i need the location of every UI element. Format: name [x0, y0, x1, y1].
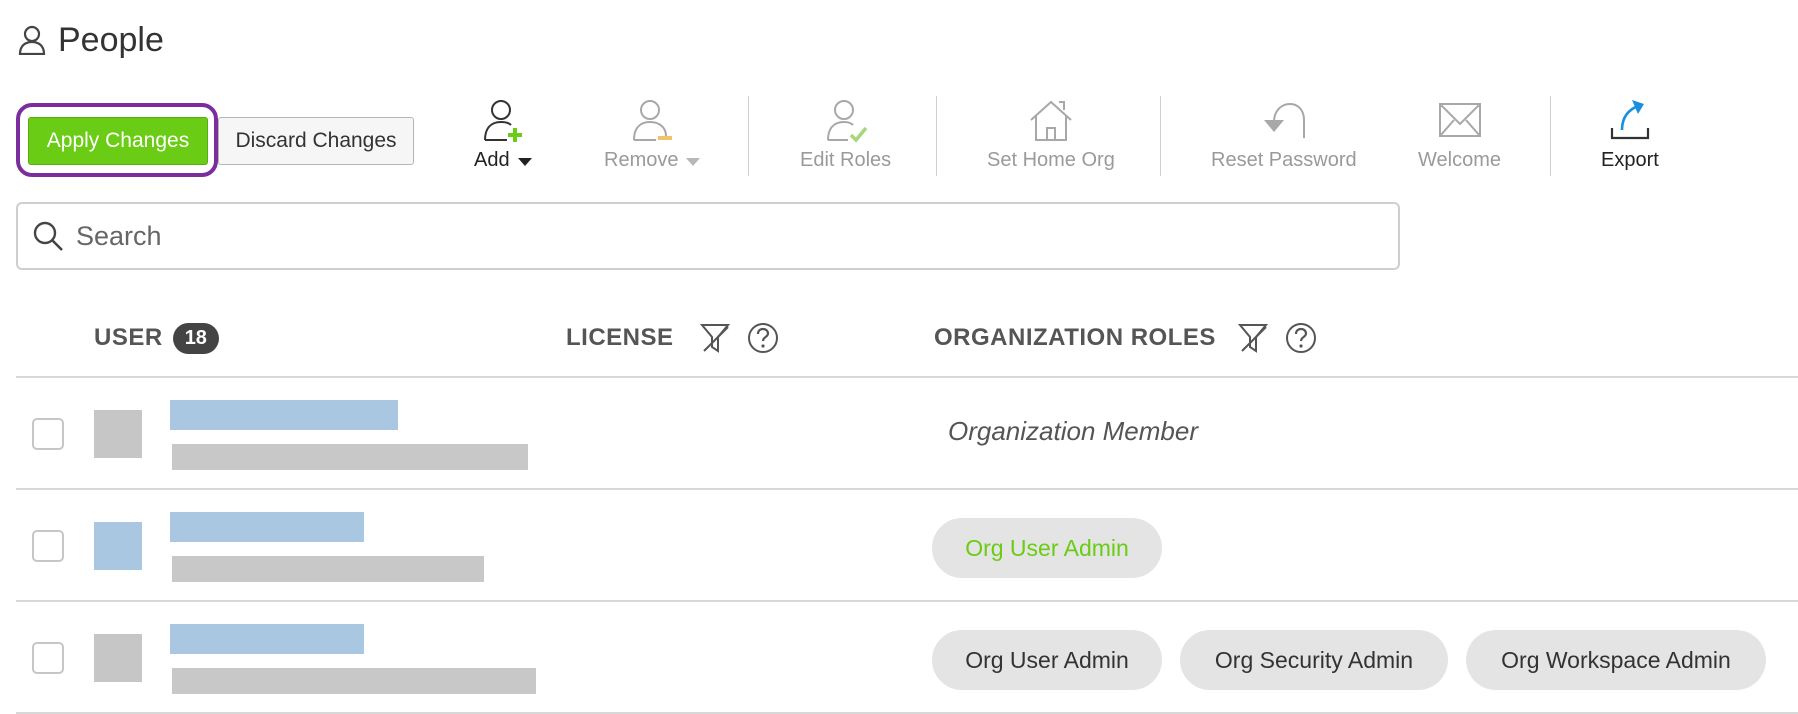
toolbar-divider [748, 96, 749, 176]
role-pill-org-user-admin[interactable]: Org User Admin [932, 630, 1162, 690]
row-checkbox[interactable] [32, 418, 64, 450]
table-row[interactable]: Org User Admin [16, 490, 1798, 600]
search-box [16, 202, 1400, 270]
filter-off-icon[interactable] [1236, 321, 1270, 355]
reset-password-label: Reset Password [1211, 149, 1357, 171]
column-header-org-roles-label: ORGANIZATION ROLES [934, 324, 1216, 351]
row-checkbox[interactable] [32, 642, 64, 674]
toolbar-divider [936, 96, 937, 176]
export-icon [1610, 100, 1650, 140]
edit-roles-label: Edit Roles [800, 149, 892, 171]
discard-changes-button[interactable]: Discard Changes [218, 117, 414, 165]
edit-roles-button[interactable]: Edit Roles [800, 98, 891, 178]
set-home-org-button[interactable]: Set Home Org [987, 98, 1115, 178]
page-title: People [58, 20, 164, 59]
user-name-redacted[interactable] [170, 400, 398, 430]
column-header-user[interactable]: USER 18 [94, 318, 219, 358]
user-email-redacted [172, 556, 484, 582]
welcome-button[interactable]: Welcome [1418, 98, 1501, 178]
role-pill-org-user-admin[interactable]: Org User Admin [932, 518, 1162, 578]
column-header-user-label: USER [94, 324, 163, 351]
edit-roles-icon [826, 100, 867, 143]
home-icon [1030, 100, 1072, 141]
search-input[interactable] [76, 220, 1376, 252]
role-pill-org-security-admin[interactable]: Org Security Admin [1180, 630, 1448, 690]
user-count-badge: 18 [172, 322, 219, 354]
table-row[interactable]: Org User Admin Org Security Admin Org Wo… [16, 602, 1798, 712]
role-text: Organization Member [948, 416, 1198, 446]
help-icon[interactable] [1284, 321, 1318, 355]
reset-arrow-icon [1263, 102, 1305, 138]
user-name-redacted[interactable] [170, 512, 364, 542]
welcome-label: Welcome [1418, 149, 1501, 171]
role-pill-org-workspace-admin[interactable]: Org Workspace Admin [1466, 630, 1766, 690]
avatar [94, 410, 142, 458]
column-header-org-roles: ORGANIZATION ROLES [934, 318, 1318, 358]
filter-off-icon[interactable] [698, 321, 732, 355]
chevron-down-icon [686, 157, 701, 166]
avatar [94, 634, 142, 682]
chevron-down-icon [517, 157, 532, 166]
export-label: Export [1601, 149, 1659, 171]
help-icon[interactable] [746, 321, 780, 355]
search-icon [33, 221, 63, 251]
reset-password-button[interactable]: Reset Password [1211, 98, 1357, 178]
toolbar-divider [1160, 96, 1161, 176]
apply-changes-button[interactable]: Apply Changes [28, 117, 208, 165]
set-home-org-label: Set Home Org [987, 149, 1115, 171]
page-header: People [18, 20, 164, 60]
user-name-redacted[interactable] [170, 624, 364, 654]
remove-user-icon [633, 100, 673, 141]
row-checkbox[interactable] [32, 530, 64, 562]
avatar [94, 522, 142, 570]
person-icon [18, 25, 46, 55]
table-row[interactable]: Organization Member [16, 378, 1798, 488]
export-button[interactable]: Export [1601, 98, 1659, 178]
envelope-icon [1438, 103, 1481, 137]
add-user-button[interactable]: Add [474, 98, 532, 178]
column-header-license: LICENSE [566, 318, 780, 358]
toolbar-divider [1550, 96, 1551, 176]
user-email-redacted [172, 668, 536, 694]
remove-label: Remove [604, 149, 679, 171]
add-user-icon [483, 100, 522, 142]
add-label: Add [474, 149, 510, 171]
column-header-license-label: LICENSE [566, 324, 674, 351]
remove-user-button[interactable]: Remove [604, 98, 701, 178]
user-email-redacted [172, 444, 528, 470]
